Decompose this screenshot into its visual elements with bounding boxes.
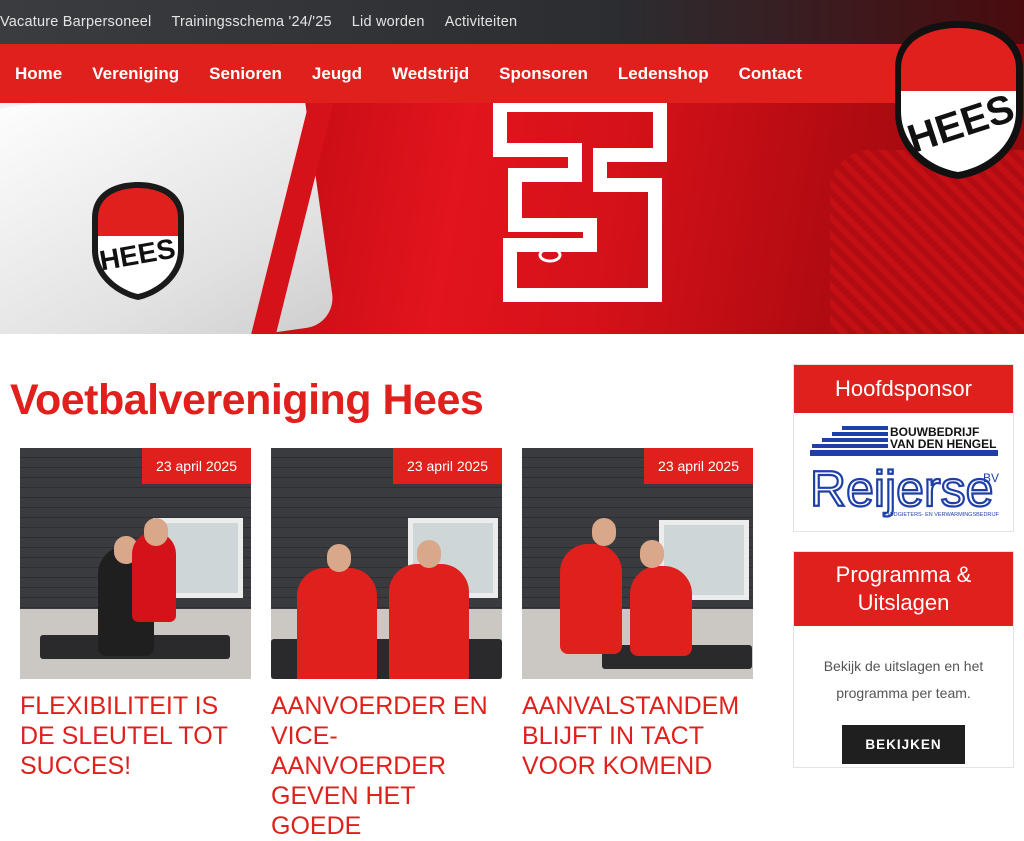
article-date: 23 april 2025 [644,448,753,484]
nav-sponsoren[interactable]: Sponsoren [484,64,603,84]
article-photo[interactable]: 23 april 2025 [271,448,502,679]
toplink-activiteiten[interactable]: Activiteiten [445,14,518,30]
svg-text:Reijerse: Reijerse [810,461,993,517]
top-links-bar: Vacature Barpersoneel Trainingsschema '2… [0,0,517,44]
svg-text:BV: BV [983,471,999,485]
toplink-vacature[interactable]: Vacature Barpersoneel [0,14,151,30]
toplink-lid-worden[interactable]: Lid worden [352,14,425,30]
nav-wedstrijd[interactable]: Wedstrijd [377,64,484,84]
nav-home[interactable]: Home [0,64,77,84]
toplink-trainingsschema[interactable]: Trainingsschema '24/'25 [171,14,331,30]
nav-vereniging[interactable]: Vereniging [77,64,194,84]
article-photo[interactable]: 23 april 2025 [522,448,753,679]
article-photo[interactable]: 23 april 2025 [20,448,251,679]
sponsor-logo[interactable]: BOUWBEDRIJF VAN DEN HENGEL Reijerse BV L… [808,422,1000,520]
program-text: Bekijk de uitslagen en het programma per… [823,658,984,701]
svg-text:LOODGIETERS- EN VERWARMINGSBED: LOODGIETERS- EN VERWARMINGSBEDRIJF [882,512,1000,518]
article-title[interactable]: AANVOERDER EN VICE-AANVOERDER GEVEN HET … [271,691,502,841]
bekijken-button[interactable]: BEKIJKEN [842,725,965,764]
nav-senioren[interactable]: Senioren [194,64,297,84]
nav-jeugd[interactable]: Jeugd [297,64,377,84]
article-date: 23 april 2025 [393,448,502,484]
shirt-number-graphic [493,98,667,302]
article-card[interactable]: 23 april 2025 AANVALSTANDEM BLIJFT IN TA… [522,448,753,781]
main-nav: Home Vereniging Senioren Jeugd Wedstrijd… [0,44,912,103]
page-title: Voetbalvereniging Hees [10,376,484,424]
program-heading: Programma & Uitslagen [794,552,1013,626]
shirt-crest-icon: HEES [92,182,184,300]
nav-contact[interactable]: Contact [724,64,817,84]
club-logo[interactable]: HEES [893,19,1024,181]
article-card[interactable]: 23 april 2025 FLEXIBILITEIT IS DE SLEUTE… [20,448,251,781]
article-card[interactable]: 23 april 2025 AANVOERDER EN VICE-AANVOER… [271,448,502,841]
nav-ledenshop[interactable]: Ledenshop [603,64,724,84]
svg-text:VAN DEN HENGEL: VAN DEN HENGEL [890,437,996,451]
article-date: 23 april 2025 [142,448,251,484]
sponsor-heading: Hoofdsponsor [794,365,1013,413]
